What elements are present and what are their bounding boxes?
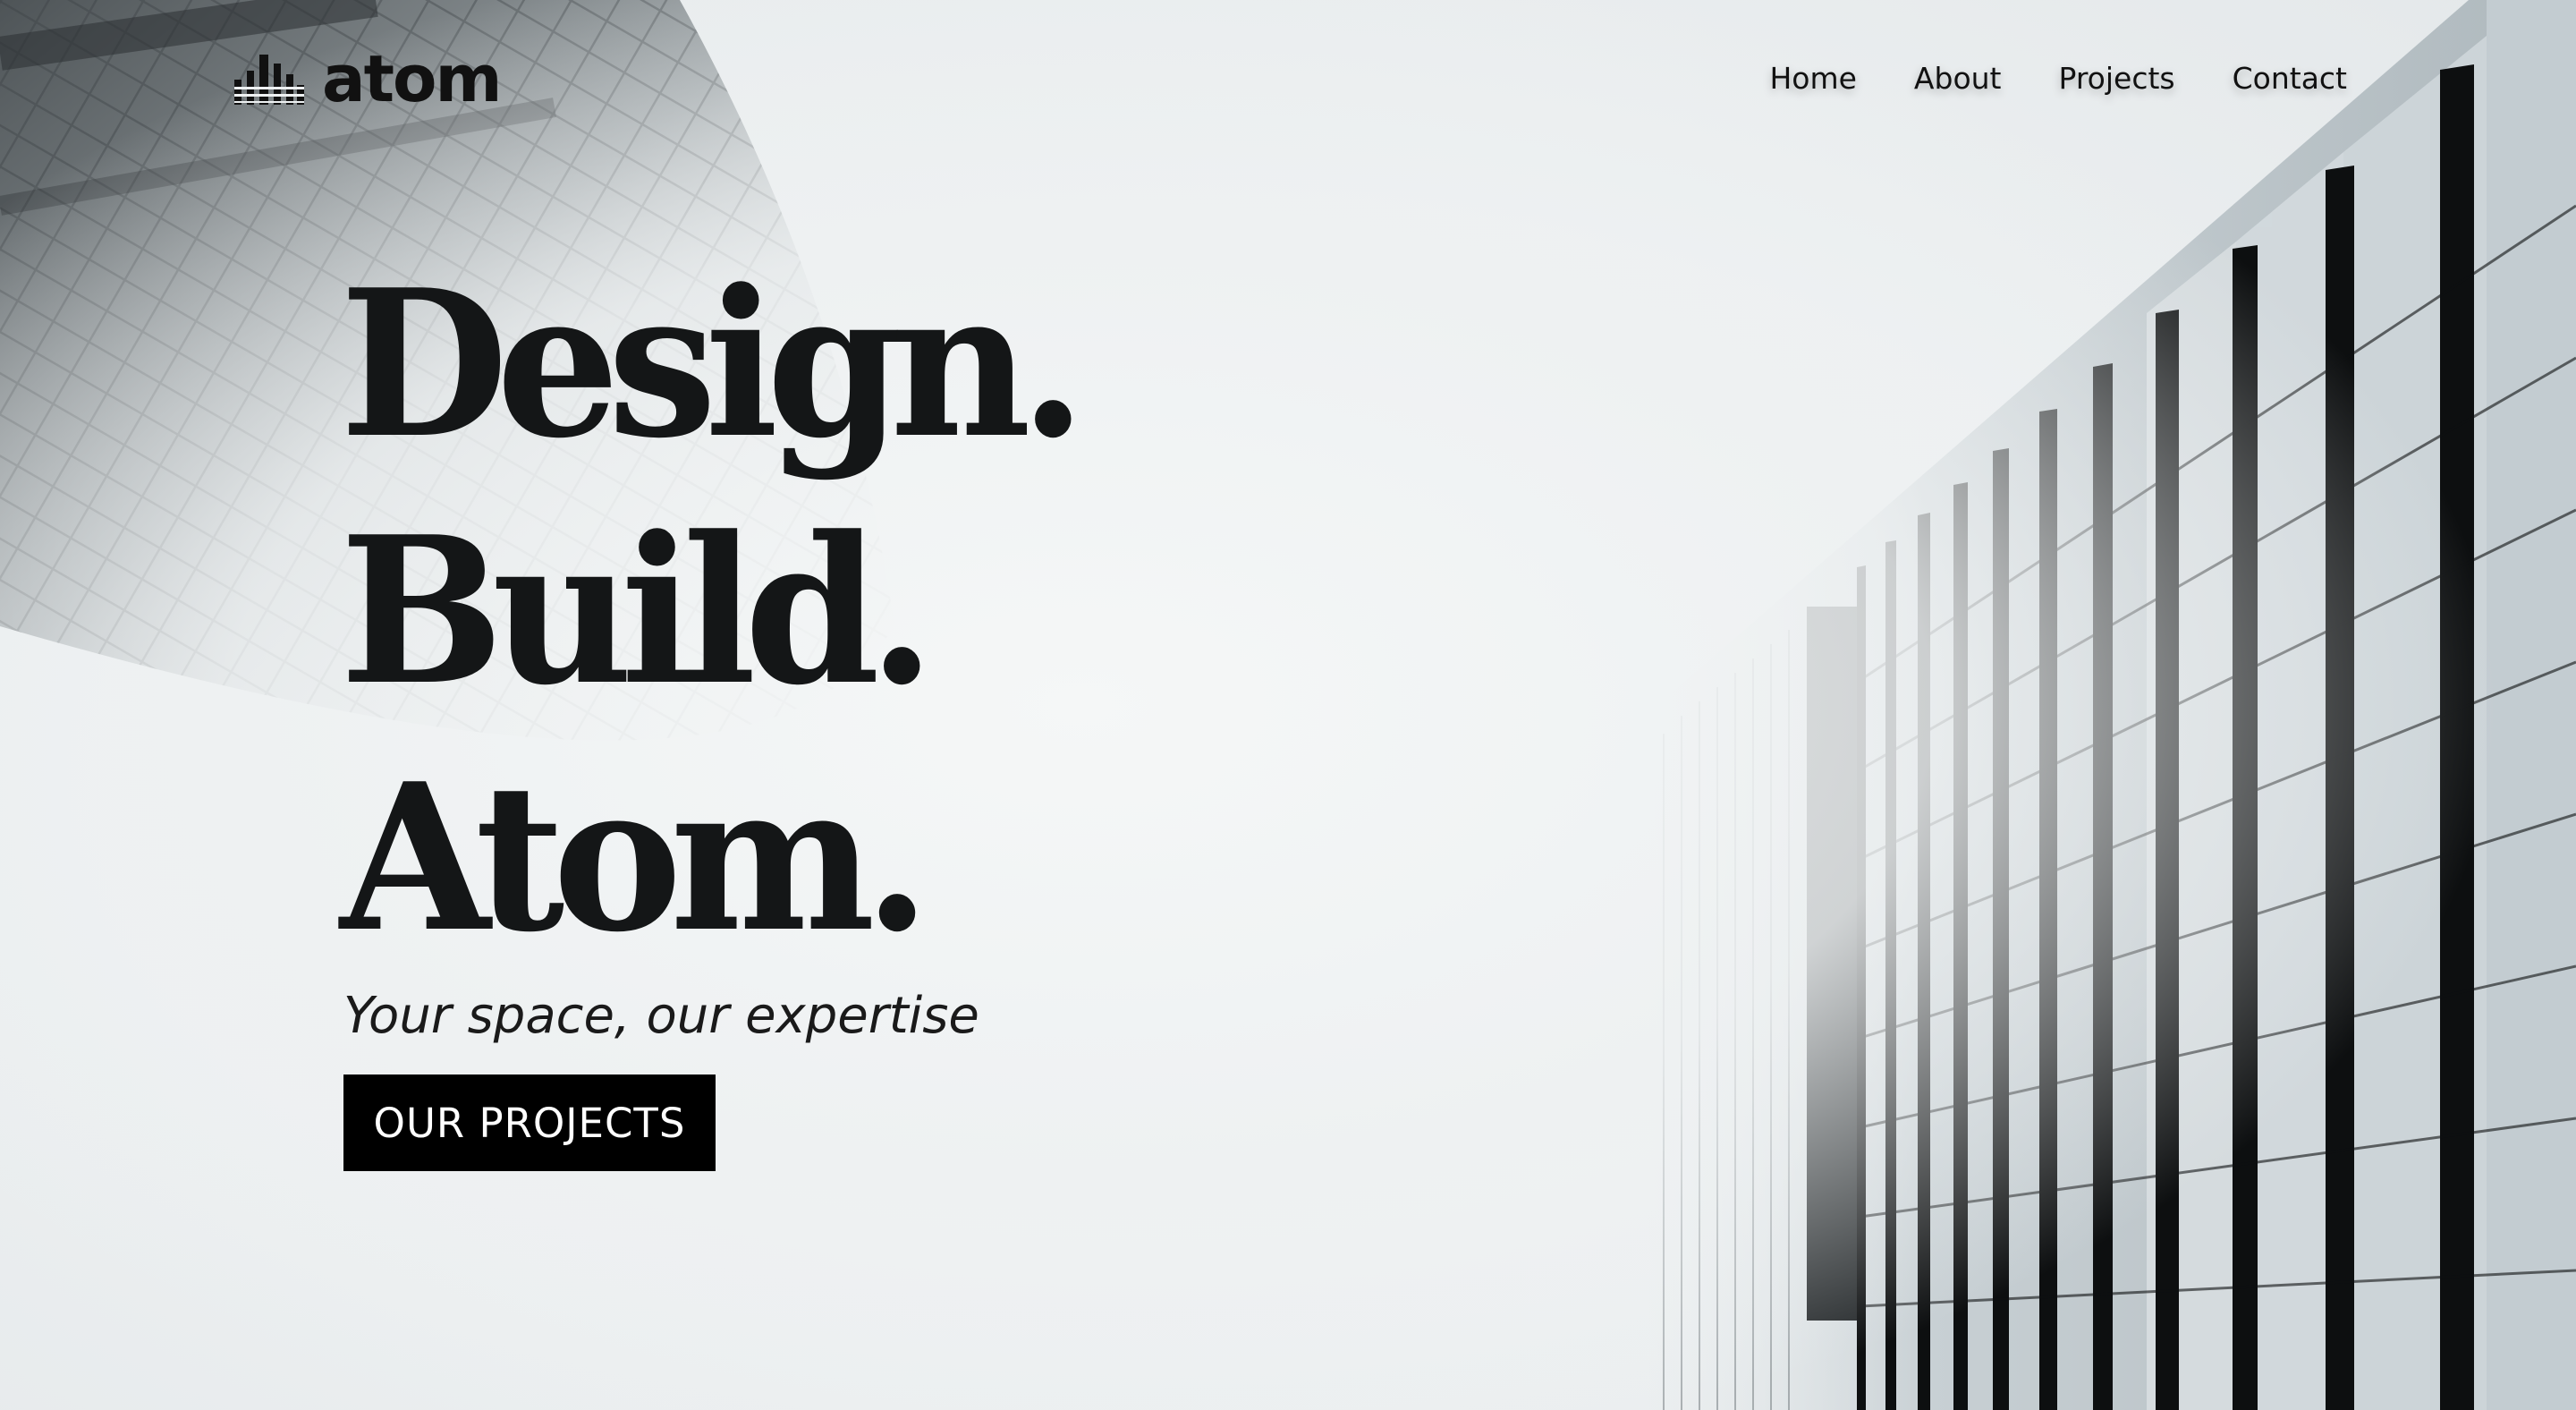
headline-line-atom: Atom. <box>340 740 931 977</box>
nav-about-link[interactable]: About <box>1914 55 2002 102</box>
our-projects-button[interactable]: OUR PROJECTS <box>343 1074 716 1171</box>
brand-name: atom <box>322 41 502 116</box>
headline-line-build: Build. <box>340 493 936 730</box>
nav-contact-link[interactable]: Contact <box>2233 55 2347 102</box>
main-nav: Home About Projects Contact <box>1769 55 2347 102</box>
hero-section: atom Home About Projects Contact Design.… <box>0 0 2576 1410</box>
hero-tagline: Your space, our expertise <box>343 987 979 1045</box>
nav-home-link[interactable]: Home <box>1769 55 1856 102</box>
building-bars-icon <box>234 55 304 105</box>
headline-line-design: Design. <box>340 246 1087 483</box>
brand-logo[interactable]: atom <box>234 41 502 116</box>
nav-projects-link[interactable]: Projects <box>2059 55 2175 102</box>
hero-headline: Design. Build. Atom. <box>340 242 1106 982</box>
